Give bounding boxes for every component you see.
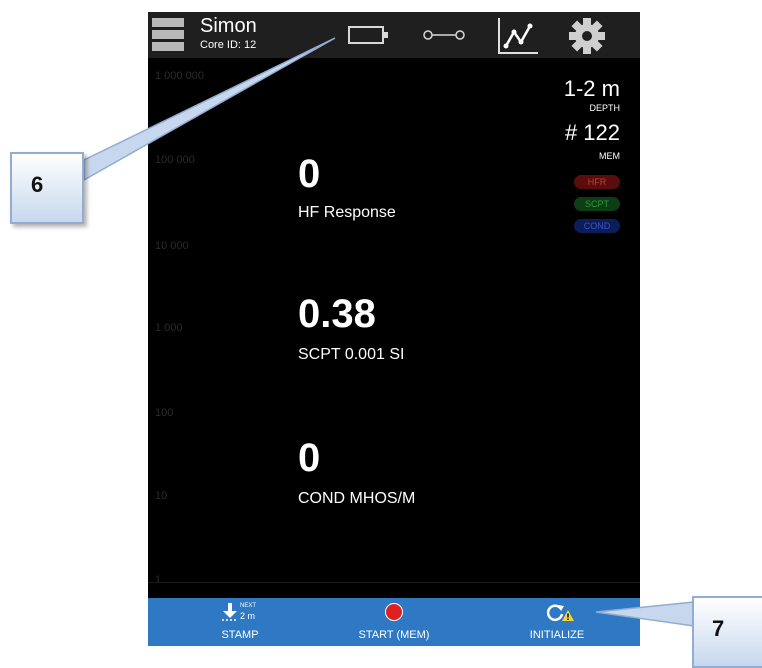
callout-7-label: 7 <box>712 616 725 641</box>
callout-6-label: 6 <box>31 172 44 197</box>
callout-arrows <box>83 37 695 627</box>
callout-6: 6 <box>10 152 84 224</box>
callout-7: 7 <box>692 596 762 668</box>
